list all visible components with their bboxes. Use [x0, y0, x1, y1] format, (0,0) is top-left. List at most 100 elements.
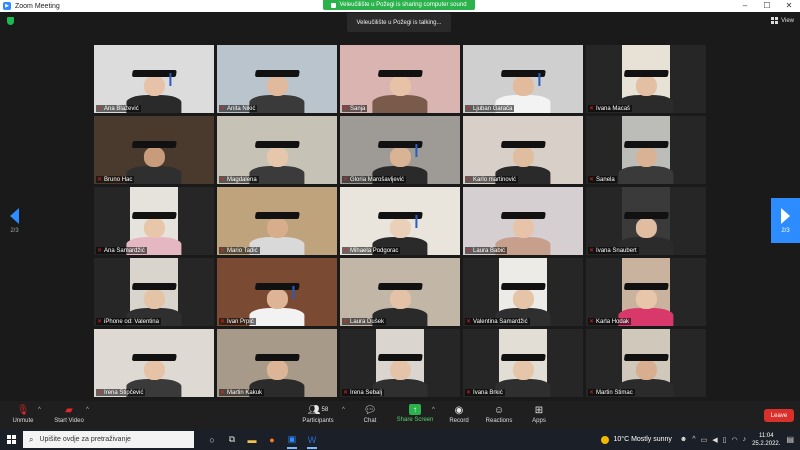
participant-tile[interactable]: ✕ Anita Nikić: [217, 45, 337, 113]
participant-tile[interactable]: ✕ Ana Blažević: [94, 45, 214, 113]
view-button[interactable]: View: [771, 17, 794, 24]
participant-tile[interactable]: ✕ Karlo martinović: [463, 116, 583, 184]
gallery-grid-icon: [771, 17, 779, 24]
participant-video: [217, 116, 337, 184]
muted-mic-icon: ✕: [589, 177, 595, 183]
sharing-sound-banner[interactable]: Veleučilište u Požegi is sharing compute…: [323, 0, 475, 10]
participant-name: iPhone od: Valentina: [104, 318, 159, 325]
participant-tile[interactable]: ✕ iPhone od: Valentina: [94, 258, 214, 326]
participant-tile[interactable]: ✕ Ivana Macaš: [586, 45, 706, 113]
security-shield-icon[interactable]: [7, 17, 14, 25]
participant-tile[interactable]: ✕ Martin Kakuk: [217, 329, 337, 397]
share-options-chevron-icon[interactable]: ^: [432, 407, 435, 413]
muted-mic-icon: ✕: [589, 248, 595, 254]
participant-tile[interactable]: ✕ Mario Tadić: [217, 187, 337, 255]
participant-tile[interactable]: ✕ Ljuban Garača: [463, 45, 583, 113]
wifi-icon[interactable]: ◠: [731, 436, 737, 444]
participant-tile[interactable]: ✕ Gloria Marošavljević: [340, 116, 460, 184]
graduation-cap-icon: [623, 141, 669, 148]
participant-tile[interactable]: ✕ Sanela: [586, 116, 706, 184]
participant-tile[interactable]: ✕ Laura Dušek: [340, 258, 460, 326]
share-screen-button[interactable]: ↑ Share Screen: [393, 404, 437, 423]
taskbar-search-box[interactable]: ⌕ Upišite ovdje za pretraživanje: [23, 431, 194, 448]
participants-label: Participants: [302, 418, 334, 424]
active-speaker-indicator: Veleučilište u Požegi is talking...: [347, 13, 451, 32]
participants-button[interactable]: 👥︎ 58 Participants: [296, 404, 340, 425]
muted-mic-icon: ✕: [343, 106, 349, 112]
next-page-button[interactable]: 2/3: [771, 198, 800, 243]
participants-options-chevron-icon[interactable]: ^: [342, 407, 345, 413]
previous-page-button[interactable]: 2/3: [0, 198, 29, 243]
participant-name: Magdalena: [227, 176, 257, 183]
participant-tile[interactable]: ✕ Mihaela Podgorac: [340, 187, 460, 255]
zoom-logo-icon: ▶: [3, 2, 11, 10]
muted-mic-icon: ✕: [220, 106, 226, 112]
start-video-button[interactable]: ▰ Start Video: [47, 404, 91, 425]
participant-tile[interactable]: ✕ Martin Štimac: [586, 329, 706, 397]
participant-name: Mihaela Podgorac: [350, 247, 399, 254]
search-icon: ⌕: [29, 434, 34, 444]
speaker-icon[interactable]: ♪: [743, 436, 747, 444]
zoom-taskbar-button[interactable]: ▣: [282, 429, 302, 450]
participant-name-tag: ✕ Ivana Brkić: [465, 389, 505, 396]
chat-icon: 💬︎: [363, 404, 377, 416]
file-explorer-button[interactable]: ▬: [242, 429, 262, 450]
graduation-cap-icon: [131, 283, 177, 290]
participant-tile[interactable]: ✕ Magdalena: [217, 116, 337, 184]
people-icon[interactable]: ☻: [680, 436, 687, 444]
windows-taskbar: ⌕ Upišite ovdje za pretraživanje ○ ⧉ ▬ ●…: [0, 429, 800, 450]
participant-name-tag: ✕ Irena Stipčević: [96, 389, 146, 396]
participant-video: [340, 116, 460, 184]
participant-video: [94, 45, 214, 113]
participant-tile[interactable]: ✕ Karla Hodak: [586, 258, 706, 326]
participant-video: [94, 116, 214, 184]
muted-mic-icon: ✕: [466, 319, 472, 325]
network-icon[interactable]: ▭: [701, 436, 708, 444]
tassel-icon: [169, 73, 172, 86]
close-button[interactable]: ✕: [778, 0, 800, 12]
participant-tile[interactable]: ✕ Ivan Prpić: [217, 258, 337, 326]
reactions-button[interactable]: ☺ Reactions: [477, 404, 521, 425]
graduation-cap-icon: [377, 283, 423, 290]
notifications-icon[interactable]: ▤: [786, 435, 794, 444]
minimize-button[interactable]: –: [734, 0, 756, 12]
participant-tile[interactable]: ✕ Laura Babić: [463, 187, 583, 255]
weather-widget[interactable]: 10°C Mostly sunny: [601, 435, 672, 444]
participant-tile[interactable]: ✕ Ivana Šnaubert: [586, 187, 706, 255]
graduation-cap-icon: [377, 70, 423, 77]
taskbar-clock[interactable]: 11:04 25.2.2022.: [752, 432, 780, 448]
chat-button[interactable]: 💬︎ Chat: [348, 404, 392, 425]
cortana-button[interactable]: ○: [202, 429, 222, 450]
muted-mic-icon: ✕: [589, 390, 595, 396]
participant-tile[interactable]: ✕ Valentina Samardžić: [463, 258, 583, 326]
volume-icon[interactable]: ◀: [712, 436, 717, 444]
chevron-up-icon[interactable]: ^: [692, 436, 695, 444]
participant-video: [340, 258, 460, 326]
participant-tile[interactable]: ✕ Sanja: [340, 45, 460, 113]
view-label: View: [781, 17, 794, 24]
graduation-cap-icon: [131, 354, 177, 361]
participant-video: [340, 187, 460, 255]
graduation-cap-icon: [500, 212, 546, 219]
participant-tile[interactable]: ✕ Ivana Brkić: [463, 329, 583, 397]
participant-tile[interactable]: ✕ Bruno Hac: [94, 116, 214, 184]
video-options-chevron-icon[interactable]: ^: [86, 407, 89, 413]
participant-tile[interactable]: ✕ Irena Stipčević: [94, 329, 214, 397]
task-view-button[interactable]: ⧉: [222, 429, 242, 450]
participant-video: [217, 329, 337, 397]
maximize-button[interactable]: ☐: [756, 0, 778, 12]
audio-options-chevron-icon[interactable]: ^: [38, 407, 41, 413]
participant-tile[interactable]: ✕ Ana Samardžić: [94, 187, 214, 255]
participant-video: [463, 45, 583, 113]
word-taskbar-button[interactable]: W: [302, 429, 322, 450]
apps-button[interactable]: ⊞ Apps: [517, 404, 561, 425]
windows-start-button[interactable]: [0, 429, 22, 450]
record-button[interactable]: ◉ Record: [437, 404, 481, 425]
leave-button[interactable]: Leave: [764, 409, 794, 422]
participant-tile[interactable]: ✕ Irena Šebalj: [340, 329, 460, 397]
battery-icon[interactable]: ▯: [723, 436, 727, 444]
participant-name-tag: ✕ Mihaela Podgorac: [342, 247, 401, 254]
participant-name-tag: ✕ Laura Dušek: [342, 318, 387, 325]
firefox-button[interactable]: ●: [262, 429, 282, 450]
participant-name-tag: ✕ Gloria Marošavljević: [342, 176, 407, 183]
